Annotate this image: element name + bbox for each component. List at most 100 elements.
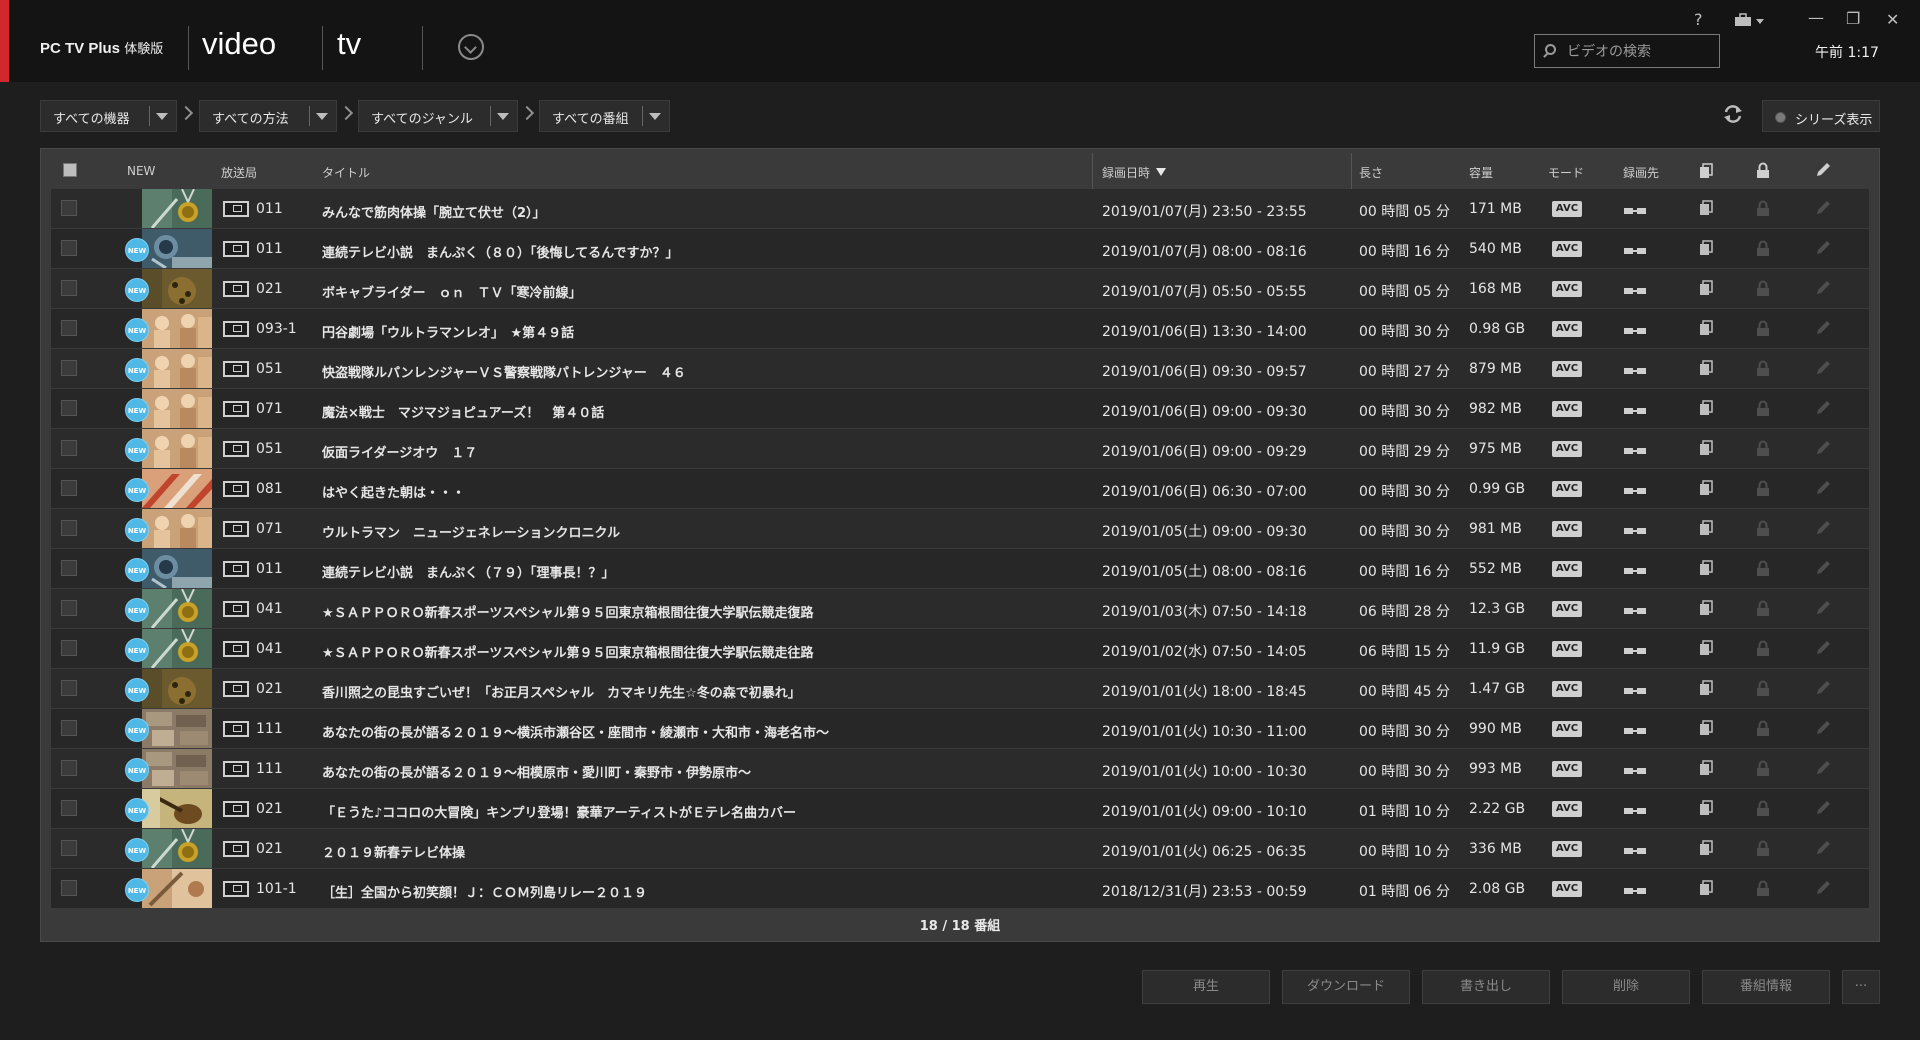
lock-icon[interactable] <box>1756 640 1770 657</box>
table-row[interactable]: NEW 101-1 ［生］全国から初笑顔！Ｊ：ＣＯＭ列島リレー２０１９ 2018/12… <box>51 869 1869 909</box>
table-row[interactable]: 011 みんなで筋肉体操「腕立て伏せ（2）」 2019/01/07(月) 23:50… <box>51 189 1869 229</box>
filter-program[interactable]: すべての番組 <box>539 100 670 132</box>
copy-column-icon[interactable] <box>1699 163 1713 179</box>
copy-icon[interactable] <box>1699 440 1713 456</box>
row-checkbox[interactable] <box>61 520 77 536</box>
lock-column-icon[interactable] <box>1756 162 1770 179</box>
lock-icon[interactable] <box>1756 760 1770 777</box>
lock-icon[interactable] <box>1756 320 1770 337</box>
row-checkbox[interactable] <box>61 600 77 616</box>
edit-icon[interactable] <box>1814 639 1832 657</box>
restore-icon[interactable]: ❐ <box>1846 9 1860 28</box>
table-row[interactable]: NEW 071 ウルトラマン ニュージェネレーションクロニクル 2019/01/05(… <box>51 509 1869 549</box>
copy-icon[interactable] <box>1699 640 1713 656</box>
copy-icon[interactable] <box>1699 520 1713 536</box>
lock-icon[interactable] <box>1756 280 1770 297</box>
lock-icon[interactable] <box>1756 560 1770 577</box>
select-all-checkbox[interactable] <box>63 163 77 177</box>
table-row[interactable]: NEW 081 はやく起きた朝は・・・ 2019/01/06(日) 06:30 - 0… <box>51 469 1869 509</box>
edit-icon[interactable] <box>1814 599 1832 617</box>
edit-icon[interactable] <box>1814 679 1832 697</box>
row-checkbox[interactable] <box>61 480 77 496</box>
edit-icon[interactable] <box>1814 239 1832 257</box>
copy-icon[interactable] <box>1699 840 1713 856</box>
edit-icon[interactable] <box>1814 559 1832 577</box>
lock-icon[interactable] <box>1756 680 1770 697</box>
lock-icon[interactable] <box>1756 400 1770 417</box>
copy-icon[interactable] <box>1699 720 1713 736</box>
edit-column-icon[interactable] <box>1814 161 1832 179</box>
edit-icon[interactable] <box>1814 839 1832 857</box>
play-button[interactable]: 再生 <box>1142 970 1270 1004</box>
row-checkbox[interactable] <box>61 760 77 776</box>
column-new[interactable]: NEW <box>127 164 155 178</box>
edit-icon[interactable] <box>1814 439 1832 457</box>
row-checkbox[interactable] <box>61 280 77 296</box>
table-row[interactable]: NEW 051 快盗戦隊ルパンレンジャーＶＳ警察戦隊パトレンジャー ４６ 2019/0… <box>51 349 1869 389</box>
table-row[interactable]: NEW 021 「Ｅうた♪ココロの大冒険」キンプリ登場！豪華アーティストがＥテレ名曲… <box>51 789 1869 829</box>
row-checkbox[interactable] <box>61 440 77 456</box>
edit-icon[interactable] <box>1814 359 1832 377</box>
lock-icon[interactable] <box>1756 840 1770 857</box>
lock-icon[interactable] <box>1756 880 1770 897</box>
column-length[interactable]: 長さ <box>1359 164 1383 181</box>
minimize-icon[interactable]: — <box>1808 8 1824 27</box>
copy-icon[interactable] <box>1699 280 1713 296</box>
help-icon[interactable]: ? <box>1694 10 1703 29</box>
filter-device[interactable]: すべての機器 <box>40 100 177 132</box>
delete-button[interactable]: 削除 <box>1562 970 1690 1004</box>
edit-icon[interactable] <box>1814 279 1832 297</box>
lock-icon[interactable] <box>1756 200 1770 217</box>
toolbox-icon[interactable] <box>1734 12 1766 31</box>
column-title[interactable]: タイトル <box>322 164 370 181</box>
table-row[interactable]: NEW 041 ★ＳＡＰＰＯＲＯ新春スポーツスペシャル第９５回東京箱根間往復大学駅伝… <box>51 589 1869 629</box>
table-row[interactable]: NEW 093-1 円谷劇場「ウルトラマンレオ」 ★第４９話 2019/01/06(日… <box>51 309 1869 349</box>
edit-icon[interactable] <box>1814 319 1832 337</box>
tab-tv[interactable]: tv <box>337 26 361 62</box>
table-row[interactable]: NEW 021 香川照之の昆虫すごいぜ！「お正月スペシャル カマキリ先生☆冬の森で初… <box>51 669 1869 709</box>
row-checkbox[interactable] <box>61 680 77 696</box>
copy-icon[interactable] <box>1699 600 1713 616</box>
copy-icon[interactable] <box>1699 800 1713 816</box>
table-row[interactable]: NEW 111 あなたの街の長が語る２０１９～相模原市・愛川町・秦野市・伊勢原市～ 2… <box>51 749 1869 789</box>
row-checkbox[interactable] <box>61 200 77 216</box>
edit-icon[interactable] <box>1814 879 1832 897</box>
row-checkbox[interactable] <box>61 360 77 376</box>
edit-icon[interactable] <box>1814 399 1832 417</box>
lock-icon[interactable] <box>1756 440 1770 457</box>
tab-video[interactable]: video <box>202 26 276 62</box>
lock-icon[interactable] <box>1756 800 1770 817</box>
table-row[interactable]: NEW 041 ★ＳＡＰＰＯＲＯ新春スポーツスペシャル第９５回東京箱根間往復大学駅伝… <box>51 629 1869 669</box>
copy-icon[interactable] <box>1699 240 1713 256</box>
column-mode[interactable]: モード <box>1548 164 1584 181</box>
download-button[interactable]: ダウンロード <box>1282 970 1410 1004</box>
edit-icon[interactable] <box>1814 479 1832 497</box>
edit-icon[interactable] <box>1814 719 1832 737</box>
row-checkbox[interactable] <box>61 800 77 816</box>
edit-icon[interactable] <box>1814 519 1832 537</box>
filter-method[interactable]: すべての方法 <box>199 100 337 132</box>
row-checkbox[interactable] <box>61 880 77 896</box>
row-checkbox[interactable] <box>61 840 77 856</box>
copy-icon[interactable] <box>1699 880 1713 896</box>
copy-icon[interactable] <box>1699 760 1713 776</box>
lock-icon[interactable] <box>1756 480 1770 497</box>
row-checkbox[interactable] <box>61 400 77 416</box>
table-row[interactable]: NEW 051 仮面ライダージオウ １７ 2019/01/06(日) 09:00 - … <box>51 429 1869 469</box>
export-button[interactable]: 書き出し <box>1422 970 1550 1004</box>
copy-icon[interactable] <box>1699 360 1713 376</box>
column-size[interactable]: 容量 <box>1469 164 1493 181</box>
row-checkbox[interactable] <box>61 640 77 656</box>
program-info-button[interactable]: 番組情報 <box>1702 970 1830 1004</box>
filter-genre[interactable]: すべてのジャンル <box>358 100 518 132</box>
close-icon[interactable]: ✕ <box>1886 10 1899 29</box>
table-row[interactable]: NEW 011 連続テレビ小説 まんぷく（８０）「後悔してるんですか？」 2019/0… <box>51 229 1869 269</box>
lock-icon[interactable] <box>1756 720 1770 737</box>
table-row[interactable]: NEW 071 魔法×戦士 マジマジョピュアーズ！ 第４０話 2019/01/06(日… <box>51 389 1869 429</box>
edit-icon[interactable] <box>1814 199 1832 217</box>
table-row[interactable]: NEW 011 連続テレビ小説 まんぷく（７９）「理事長！？」 2019/01/05(… <box>51 549 1869 589</box>
copy-icon[interactable] <box>1699 320 1713 336</box>
lock-icon[interactable] <box>1756 240 1770 257</box>
copy-icon[interactable] <box>1699 480 1713 496</box>
row-checkbox[interactable] <box>61 720 77 736</box>
